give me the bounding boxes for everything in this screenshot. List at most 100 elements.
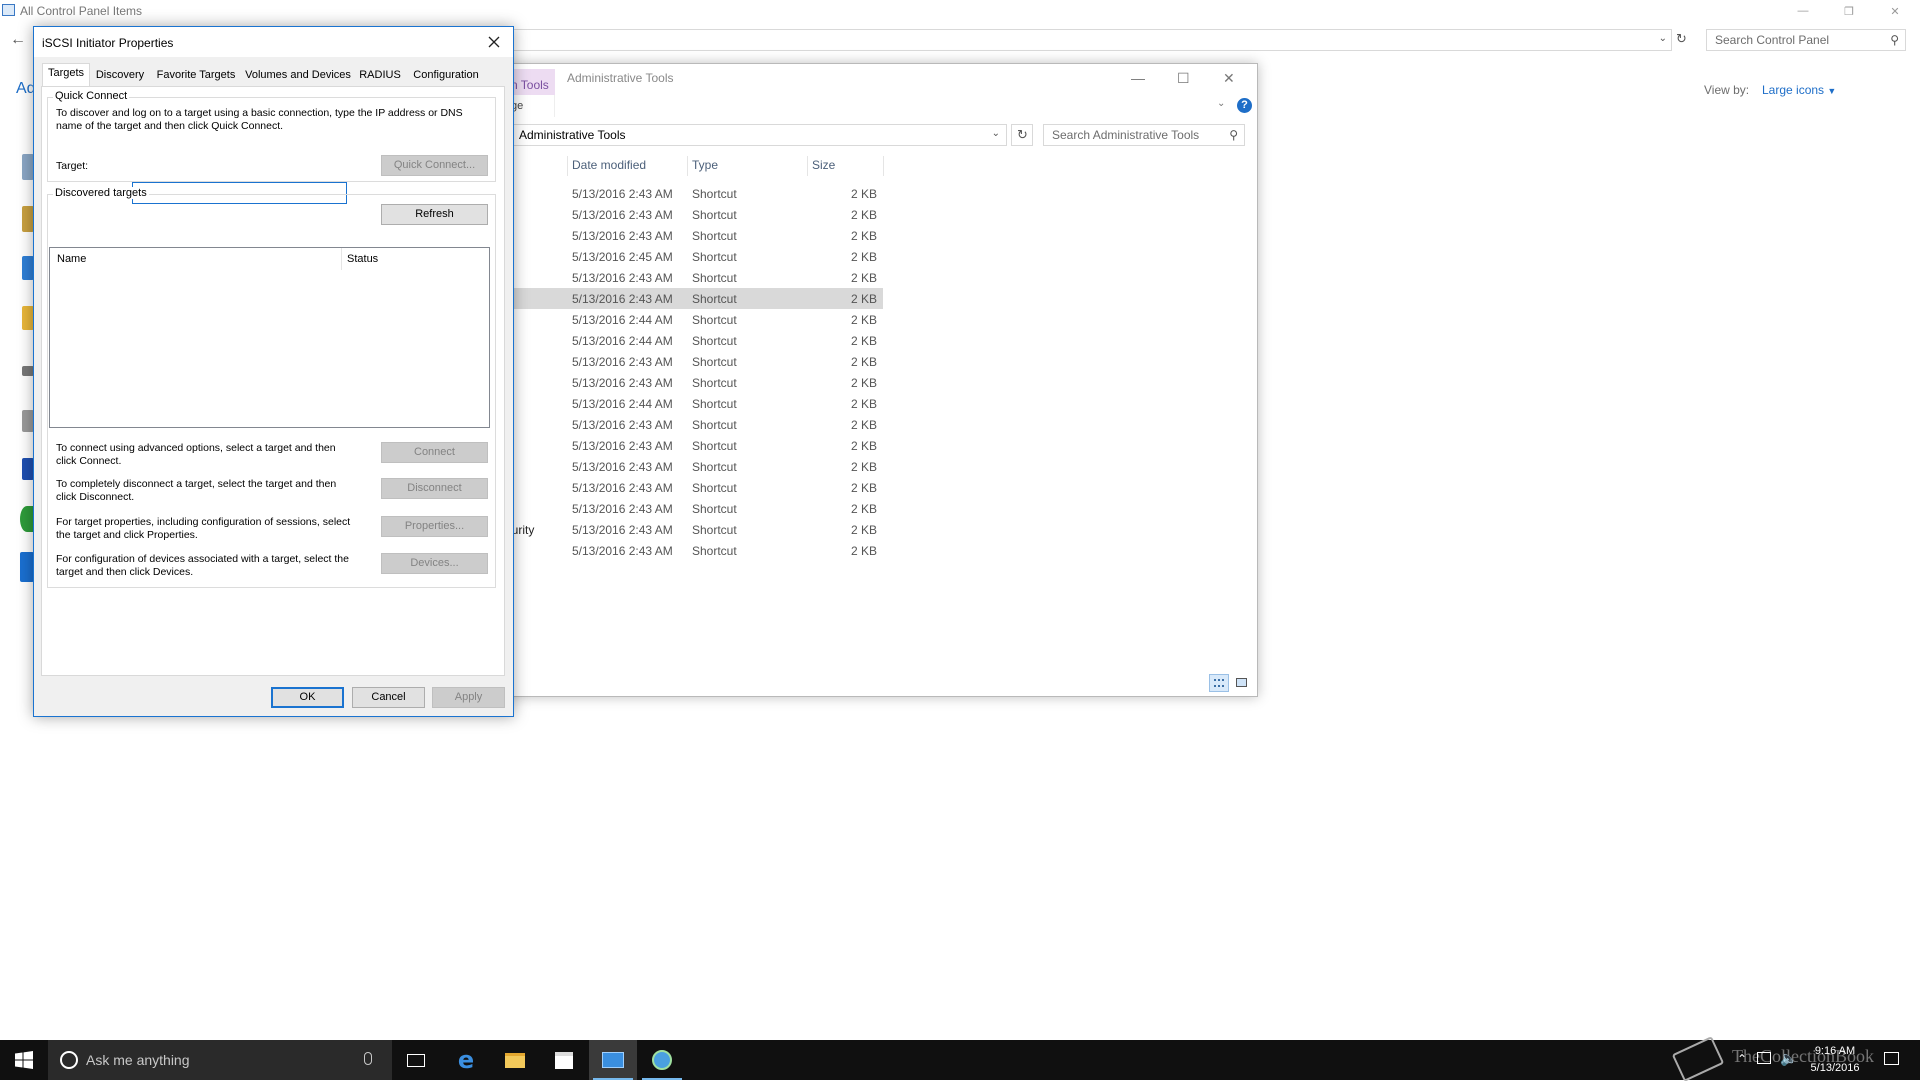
- back-arrow-icon[interactable]: ←: [10, 31, 26, 49]
- cp-search-input[interactable]: Search Control Panel ⚲: [1706, 29, 1906, 51]
- store-taskbar-button[interactable]: [540, 1040, 588, 1080]
- dialog-close-button[interactable]: [482, 31, 506, 53]
- list-item[interactable]: 5/13/2016 2:43 AM Shortcut 2 KB: [495, 498, 883, 519]
- col-type[interactable]: Type: [692, 158, 718, 176]
- tab-targets[interactable]: Targets: [42, 63, 90, 87]
- list-column-separator[interactable]: [341, 248, 342, 270]
- item-date: 5/13/2016 2:43 AM: [572, 481, 673, 495]
- cp-minimize-button[interactable]: —: [1780, 0, 1826, 22]
- list-item[interactable]: 5/13/2016 2:43 AM Shortcut 2 KB: [495, 435, 883, 456]
- col-status-header[interactable]: Status: [347, 253, 378, 265]
- at-address-bar[interactable]: Administrative Tools ⌄: [495, 124, 1007, 146]
- item-date: 5/13/2016 2:43 AM: [572, 502, 673, 516]
- cp-address-bar[interactable]: ⌄: [512, 29, 1672, 51]
- devices-button[interactable]: Devices...: [381, 553, 488, 574]
- control-panel-icon: [602, 1052, 624, 1068]
- action-center-icon[interactable]: [1884, 1052, 1899, 1065]
- start-button[interactable]: [0, 1040, 48, 1080]
- network-icon[interactable]: [1757, 1052, 1771, 1064]
- column-separator[interactable]: [687, 156, 688, 176]
- tab-radius[interactable]: RADIUS: [355, 65, 405, 85]
- item-date: 5/13/2016 2:43 AM: [572, 187, 673, 201]
- dropdown-arrow-icon: ▼: [1827, 86, 1837, 96]
- admin-tools-title: Administrative Tools: [567, 71, 674, 85]
- list-item[interactable]: 5/13/2016 2:43 AM Shortcut 2 KB: [495, 288, 883, 309]
- cp-close-button[interactable]: ✕: [1872, 0, 1918, 22]
- list-item[interactable]: 5/13/2016 2:43 AM Shortcut 2 KB: [495, 540, 883, 561]
- list-item[interactable]: 5/13/2016 2:43 AM Shortcut 2 KB: [495, 372, 883, 393]
- list-item[interactable]: 5/13/2016 2:43 AM Shortcut 2 KB: [495, 225, 883, 246]
- item-type: Shortcut: [692, 460, 737, 474]
- cp-item-icon[interactable]: [20, 506, 34, 532]
- ribbon-expand-icon[interactable]: ⌄: [1217, 98, 1225, 109]
- item-type: Shortcut: [692, 271, 737, 285]
- quick-connect-button[interactable]: Quick Connect...: [381, 155, 488, 176]
- at-search-input[interactable]: Search Administrative Tools ⚲: [1043, 124, 1245, 146]
- ok-button[interactable]: OK: [271, 687, 344, 708]
- item-size: 2 KB: [850, 418, 877, 432]
- tab-volumes-and-devices[interactable]: Volumes and Devices: [243, 65, 353, 85]
- cp-refresh-icon[interactable]: ↻: [1676, 31, 1687, 47]
- control-panel-taskbar-button[interactable]: [589, 1040, 637, 1080]
- iscsi-initiator-dialog: iSCSI Initiator Properties Targets Disco…: [33, 26, 514, 717]
- apply-button[interactable]: Apply: [432, 687, 505, 708]
- list-item[interactable]: 5/13/2016 2:44 AM Shortcut 2 KB: [495, 393, 883, 414]
- list-item[interactable]: ecurity 5/13/2016 2:43 AM Shortcut 2 KB: [495, 519, 883, 540]
- quick-connect-description: To discover and log on to a target using…: [56, 107, 463, 132]
- edge-taskbar-button[interactable]: e: [442, 1040, 490, 1080]
- list-item[interactable]: 5/13/2016 2:43 AM Shortcut 2 KB: [495, 267, 883, 288]
- col-size[interactable]: Size: [812, 158, 835, 176]
- view-by-dropdown[interactable]: Large icons ▼: [1762, 83, 1836, 97]
- show-hidden-icons-icon[interactable]: ⌃: [1737, 1052, 1747, 1066]
- cancel-button[interactable]: Cancel: [352, 687, 425, 708]
- cp-restore-button[interactable]: ❐: [1826, 0, 1872, 22]
- list-item[interactable]: 5/13/2016 2:43 AM Shortcut 2 KB: [495, 414, 883, 435]
- file-explorer-taskbar-button[interactable]: [491, 1040, 539, 1080]
- item-size: 2 KB: [850, 397, 877, 411]
- discovered-targets-list[interactable]: Name Status: [49, 247, 490, 428]
- clock[interactable]: 9:16 AM 5/13/2016: [1792, 1043, 1878, 1077]
- connect-button[interactable]: Connect: [381, 442, 488, 463]
- tab-configuration[interactable]: Configuration: [407, 65, 485, 85]
- col-name-header[interactable]: Name: [57, 253, 86, 265]
- chevron-down-icon[interactable]: ⌄: [992, 128, 1000, 139]
- at-minimize-button[interactable]: —: [1131, 70, 1145, 86]
- item-size: 2 KB: [850, 355, 877, 369]
- chevron-down-icon[interactable]: ⌄: [1659, 33, 1667, 44]
- cp-item-icon[interactable]: [20, 552, 34, 582]
- details-view-button[interactable]: [1209, 674, 1229, 692]
- list-item[interactable]: 5/13/2016 2:44 AM Shortcut 2 KB: [495, 330, 883, 351]
- taskbar: Ask me anything e TheCollectionBook ⌃ 🔈 …: [0, 1036, 1920, 1082]
- help-icon[interactable]: ?: [1237, 98, 1252, 113]
- properties-button[interactable]: Properties...: [381, 516, 488, 537]
- list-item[interactable]: 5/13/2016 2:43 AM Shortcut 2 KB: [495, 204, 883, 225]
- targets-tab-panel: Quick Connect To discover and log on to …: [41, 86, 505, 676]
- item-type: Shortcut: [692, 292, 737, 306]
- column-separator[interactable]: [567, 156, 568, 176]
- column-separator[interactable]: [807, 156, 808, 176]
- at-maximize-button[interactable]: ☐: [1177, 70, 1190, 87]
- column-separator[interactable]: [883, 156, 884, 176]
- tab-discovery[interactable]: Discovery: [92, 65, 148, 85]
- col-date-modified[interactable]: Date modified: [572, 158, 646, 176]
- item-date: 5/13/2016 2:43 AM: [572, 523, 673, 537]
- list-item[interactable]: 5/13/2016 2:43 AM Shortcut 2 KB: [495, 351, 883, 372]
- iscsi-taskbar-button[interactable]: [638, 1040, 686, 1080]
- at-close-button[interactable]: ✕: [1223, 70, 1235, 87]
- list-item[interactable]: 5/13/2016 2:44 AM Shortcut 2 KB: [495, 309, 883, 330]
- tab-favorite-targets[interactable]: Favorite Targets: [151, 65, 241, 85]
- microphone-icon[interactable]: [364, 1052, 372, 1065]
- task-view-button[interactable]: [392, 1040, 440, 1080]
- cortana-search-box[interactable]: Ask me anything: [48, 1040, 392, 1080]
- item-size: 2 KB: [850, 313, 877, 327]
- list-item[interactable]: 5/13/2016 2:43 AM Shortcut 2 KB: [495, 477, 883, 498]
- refresh-button[interactable]: Refresh: [381, 204, 488, 225]
- list-item[interactable]: 5/13/2016 2:43 AM Shortcut 2 KB: [495, 456, 883, 477]
- list-item[interactable]: 5/13/2016 2:43 AM Shortcut 2 KB: [495, 183, 883, 204]
- list-item[interactable]: 5/13/2016 2:45 AM Shortcut 2 KB: [495, 246, 883, 267]
- large-icons-view-button[interactable]: [1231, 674, 1251, 692]
- disconnect-button[interactable]: Disconnect: [381, 478, 488, 499]
- clock-time: 9:16 AM: [1814, 1045, 1856, 1057]
- at-refresh-button[interactable]: ↻: [1011, 124, 1033, 146]
- search-icon: ⚲: [1229, 128, 1238, 142]
